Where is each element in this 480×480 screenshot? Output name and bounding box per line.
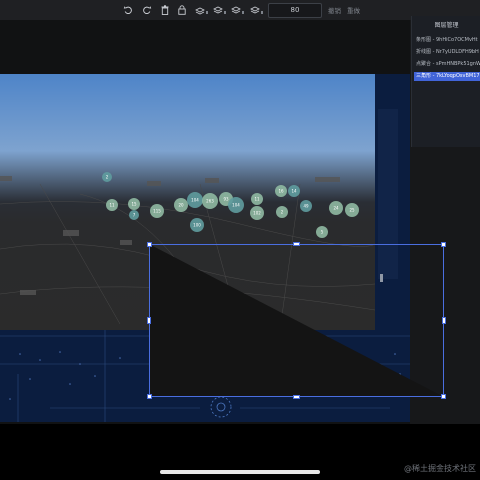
cluster-count: 7 [133, 213, 136, 218]
cluster-count: 14 [291, 189, 297, 194]
layer-item-bar[interactable]: 条形图 - 9hHiCo7OCMvHt [414, 36, 480, 45]
cluster-count: 20 [178, 203, 184, 208]
cluster-count: 2 [106, 175, 109, 180]
home-indicator[interactable] [160, 470, 320, 474]
cluster-count: 49 [303, 204, 309, 209]
cluster-count: 11 [109, 203, 115, 208]
layer-item-triangle[interactable]: 三角形 - 7kLYoqpOsvBM17 [414, 72, 480, 81]
layer-top-icon[interactable] [231, 4, 245, 16]
layer-down-icon[interactable] [213, 4, 227, 16]
editor-toolbar: 80 撤销 重做 [0, 0, 480, 21]
cluster-count: 102 [253, 211, 261, 216]
cluster-count: 115 [153, 209, 161, 214]
delete-icon[interactable] [160, 4, 170, 16]
redo-icon[interactable] [141, 4, 153, 16]
resize-handle-w[interactable] [147, 317, 151, 324]
resize-handle-ne[interactable] [441, 242, 446, 247]
zoom-input[interactable]: 80 [268, 3, 322, 18]
cluster-count: 24 [333, 206, 339, 211]
watermark-text: @稀土掘金技术社区 [404, 464, 476, 473]
resize-handle-sw[interactable] [147, 394, 152, 399]
cluster-count: 100 [193, 223, 201, 228]
layer-bottom-icon[interactable] [250, 4, 264, 16]
cluster-count: 2 [281, 210, 284, 215]
undo-text-button[interactable]: 撤销 [328, 5, 341, 15]
layer-panel: 图层管理 条形图 - 9hHiCo7OCMvHt 折线图 - Nr7yUDLDF… [411, 16, 480, 147]
resize-handle-se[interactable] [441, 394, 446, 399]
resize-handle-n[interactable] [293, 242, 300, 246]
cluster-count: 11 [254, 197, 260, 202]
layer-item-cluster[interactable]: 点聚合 - sPmHNBPk51gnW [414, 60, 480, 69]
cluster-count: 263 [206, 199, 214, 204]
cluster-count: 93 [223, 197, 229, 202]
layer-item-line[interactable]: 折线图 - Nr7yUDLDFH9bH [414, 48, 480, 57]
cluster-count: 25 [349, 208, 355, 213]
cluster-count: 104 [191, 198, 199, 203]
cluster-count: 5 [321, 230, 324, 235]
cluster-count: 104 [232, 203, 240, 208]
redo-text-button[interactable]: 重做 [347, 5, 360, 15]
selection-box[interactable] [147, 242, 446, 399]
cluster-count: 16 [278, 189, 284, 194]
resize-handle-e[interactable] [442, 317, 446, 324]
undo-icon[interactable] [122, 4, 134, 16]
layer-panel-title: 图层管理 [434, 22, 459, 29]
resize-handle-s[interactable] [293, 395, 300, 399]
cluster-count: 15 [131, 202, 137, 207]
layer-up-icon[interactable] [195, 4, 209, 16]
resize-handle-nw[interactable] [147, 242, 152, 247]
lock-icon[interactable] [177, 4, 187, 16]
